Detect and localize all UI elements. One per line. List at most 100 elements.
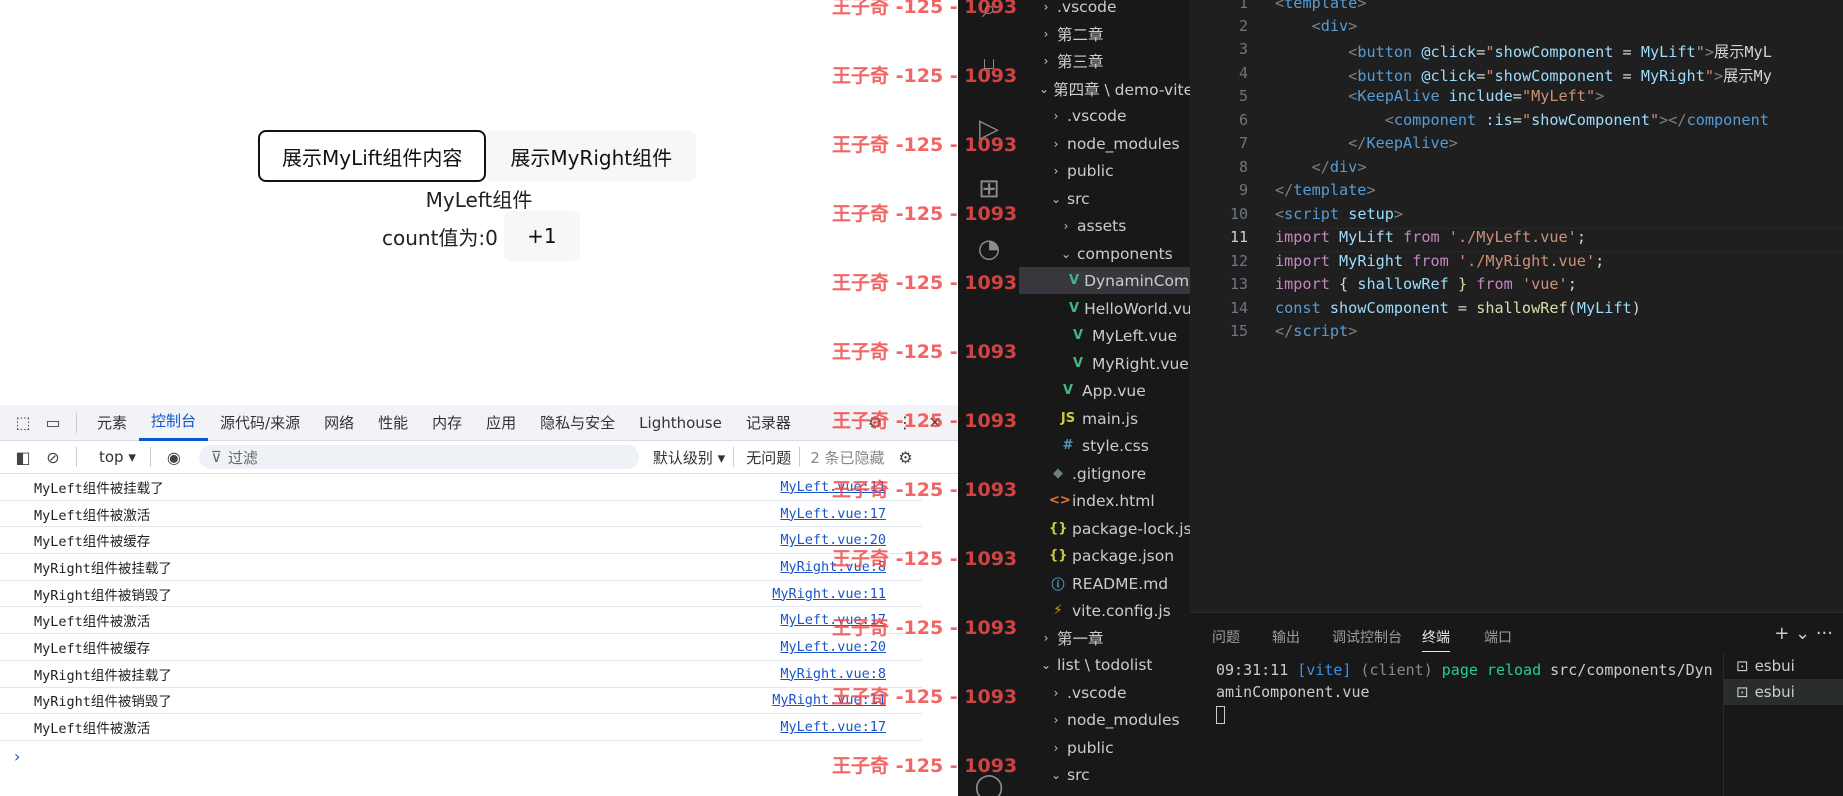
tree-file[interactable]: JS main.js xyxy=(1019,405,1190,432)
log-row: MyLeft组件被缓存 MyLeft.vue:20 xyxy=(0,634,922,661)
tree-file[interactable]: V MyRight.vue xyxy=(1019,350,1190,377)
vue-file-icon: V xyxy=(1072,328,1084,343)
tree-file[interactable]: <> index.html xyxy=(1019,487,1190,514)
tab-debug-console[interactable]: 调试控制台 xyxy=(1332,627,1402,647)
log-message: MyLeft组件被挂载了 xyxy=(34,480,164,497)
tree-folder[interactable]: › 第二章 xyxy=(1019,20,1190,47)
log-row: MyRight组件被挂载了 MyRight.vue:8 xyxy=(0,554,922,581)
watermark-text: 王子奇 -125 - 1093 xyxy=(832,134,1018,156)
tab-memory[interactable]: 内存 xyxy=(420,405,474,441)
tree-file-selected[interactable]: V DynaminCompon... xyxy=(1019,267,1190,294)
tree-label: public xyxy=(1067,738,1114,757)
tab-elements[interactable]: 元素 xyxy=(85,405,139,441)
tree-file[interactable]: ⓘ README.md xyxy=(1019,570,1190,597)
sidebar-toggle-icon[interactable]: ◧ xyxy=(12,446,34,468)
tree-folder[interactable]: › .vscode xyxy=(1019,0,1190,20)
tab-terminal[interactable]: 终端 xyxy=(1422,627,1450,652)
log-message: MyLeft组件被激活 xyxy=(34,614,151,631)
terminal-instance-selected[interactable]: ⊡ esbui xyxy=(1724,679,1843,705)
tab-ports[interactable]: 端口 xyxy=(1484,627,1512,647)
devtools-panel: ⬚ ▭ 元素 控制台 源代码/来源 网络 性能 内存 应用 隐私与安全 Ligh… xyxy=(0,405,958,796)
context-selector[interactable]: top ▾ xyxy=(93,448,142,466)
tree-folder[interactable]: ⌄ components xyxy=(1019,240,1190,267)
tree-folder[interactable]: ⌄ 第四章 \ demo-vite xyxy=(1019,75,1190,102)
tab-console[interactable]: 控制台 xyxy=(139,405,209,441)
device-toolbar-icon[interactable]: ▭ xyxy=(42,412,64,434)
log-message: MyLeft组件被激活 xyxy=(34,507,151,524)
console-settings-icon[interactable]: ⚙ xyxy=(895,446,917,468)
eye-icon[interactable]: ◉ xyxy=(163,446,185,468)
tree-label: vite.config.js xyxy=(1072,601,1171,620)
divider xyxy=(149,447,151,467)
tree-folder[interactable]: › assets xyxy=(1019,212,1190,239)
terminal-instance[interactable]: ⊡ esbui xyxy=(1724,653,1843,679)
tree-file[interactable]: V HelloWorld.vue xyxy=(1019,295,1190,322)
line-number: 7 xyxy=(1238,134,1248,152)
tree-folder[interactable]: › public xyxy=(1019,734,1190,761)
tree-folder[interactable]: › node_modules xyxy=(1019,130,1190,157)
tree-folder[interactable]: ⌄ list \ todolist xyxy=(1019,651,1190,678)
tab-lighthouse[interactable]: Lighthouse xyxy=(627,405,734,441)
console-prompt[interactable]: › xyxy=(0,741,958,766)
clear-console-icon[interactable]: ⊘ xyxy=(42,446,64,468)
line-number: 6 xyxy=(1238,111,1248,129)
tree-folder[interactable]: › public xyxy=(1019,157,1190,184)
log-source-link[interactable]: MyRight.vue:11 xyxy=(772,586,886,602)
tree-folder[interactable]: › .vscode xyxy=(1019,102,1190,129)
code-editor[interactable]: 1 2 3 4 5 6 7 8 9 10 11 12 13 14 15 <tem… xyxy=(1190,0,1843,612)
tree-file[interactable]: ◆ .gitignore xyxy=(1019,460,1190,487)
tree-folder[interactable]: › 第三章 xyxy=(1019,47,1190,74)
tab-network[interactable]: 网络 xyxy=(312,405,366,441)
tree-folder[interactable]: › 第一章 xyxy=(1019,624,1190,651)
tree-file[interactable]: ⚡ vite.config.js xyxy=(1019,597,1190,624)
increment-button[interactable]: +1 xyxy=(503,211,580,261)
chevron-right-icon: › xyxy=(1063,218,1069,233)
chevron-down-icon: ⌄ xyxy=(1040,657,1052,672)
divider xyxy=(76,412,77,433)
show-myright-button[interactable]: 展示MyRight组件 xyxy=(486,130,697,182)
code-line: </script> xyxy=(1275,322,1358,340)
log-source-link[interactable]: MyLeft.vue:17 xyxy=(780,719,886,735)
tree-file[interactable]: V App.vue xyxy=(1019,377,1190,404)
chevron-down-icon: ⌄ xyxy=(1039,81,1050,96)
tab-problems[interactable]: 问题 xyxy=(1212,627,1240,647)
chevron-down-icon: ⌄ xyxy=(1050,191,1062,206)
log-source-link[interactable]: MyLeft.vue:20 xyxy=(780,639,886,655)
inspect-icon[interactable]: ⬚ xyxy=(12,412,34,434)
log-row: MyRight组件被挂载了 MyRight.vue:8 xyxy=(0,661,922,688)
tree-file[interactable]: {} package-lock.json xyxy=(1019,515,1190,542)
show-myleft-button[interactable]: 展示MyLift组件内容 xyxy=(258,130,487,182)
log-row: MyLeft组件被激活 MyLeft.vue:17 xyxy=(0,714,922,741)
css-file-icon: # xyxy=(1062,438,1074,453)
tree-folder[interactable]: ⌄ src xyxy=(1019,185,1190,212)
tab-output[interactable]: 输出 xyxy=(1272,627,1300,647)
issues-button[interactable]: 无问题 xyxy=(746,447,791,468)
log-row: MyLeft组件被缓存 MyLeft.vue:20 xyxy=(0,527,922,555)
log-message: MyRight组件被挂载了 xyxy=(34,667,172,684)
tree-folder[interactable]: ⌄ src xyxy=(1019,761,1190,788)
edge-icon[interactable]: ◔ xyxy=(972,232,1006,266)
code-line: import MyRight from './MyRight.vue'; xyxy=(1275,252,1605,270)
tree-file[interactable]: {} package.json xyxy=(1019,542,1190,569)
git-file-icon: ◆ xyxy=(1053,466,1063,481)
panel-actions[interactable]: + ⌄ ··· xyxy=(1774,623,1833,644)
tree-folder[interactable]: › node_modules xyxy=(1019,706,1190,733)
log-level-select[interactable]: 默认级别 ▾ xyxy=(653,447,725,468)
tree-file[interactable]: V MyLeft.vue xyxy=(1019,322,1190,349)
tab-recorder[interactable]: 记录器 xyxy=(734,405,803,441)
tab-performance[interactable]: 性能 xyxy=(366,405,420,441)
tree-folder[interactable]: › .vscode xyxy=(1019,679,1190,706)
filter-input[interactable]: ⊽ 过滤 xyxy=(198,445,639,469)
tab-sources[interactable]: 源代码/来源 xyxy=(208,405,312,441)
tree-label: package.json xyxy=(1072,546,1175,565)
tree-label: assets xyxy=(1077,216,1127,235)
tab-application[interactable]: 应用 xyxy=(474,405,528,441)
tab-privacy[interactable]: 隐私与安全 xyxy=(528,405,627,441)
tree-label: public xyxy=(1067,161,1114,180)
log-source-link[interactable]: MyRight.vue:8 xyxy=(780,666,886,682)
chevron-down-icon: ⌄ xyxy=(1060,246,1072,261)
log-source-link[interactable]: MyLeft.vue:17 xyxy=(780,506,886,522)
chevron-right-icon: › xyxy=(1043,26,1049,41)
terminal-output[interactable]: 09:31:11 [vite] (client) page reload src… xyxy=(1216,659,1716,725)
tree-file[interactable]: # style.css xyxy=(1019,432,1190,459)
